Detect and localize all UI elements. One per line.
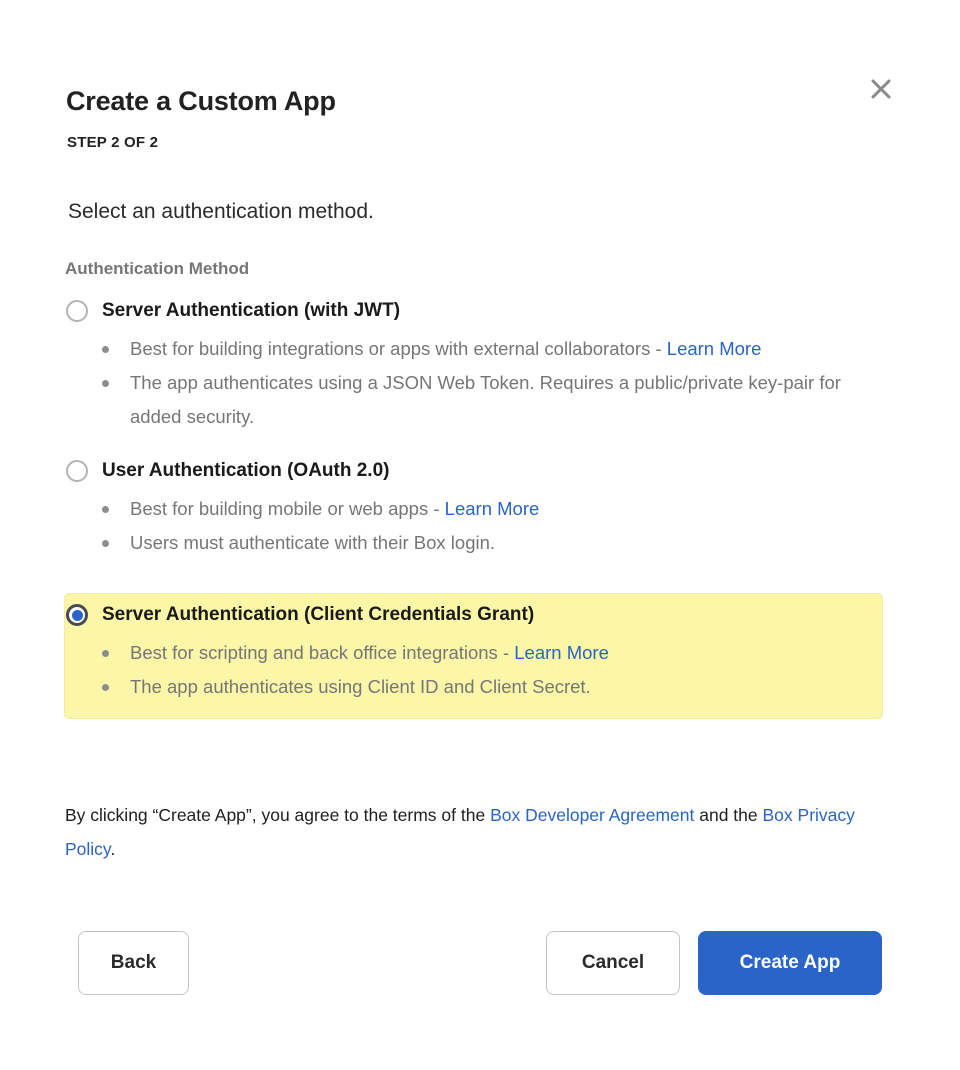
option-title[interactable]: User Authentication (OAuth 2.0)	[102, 460, 389, 482]
bullet-text: The app authenticates using Client ID an…	[130, 676, 591, 697]
list-item: Best for building mobile or web apps - L…	[100, 492, 882, 526]
radio-user-oauth[interactable]	[66, 460, 88, 482]
create-custom-app-dialog: Create a Custom App STEP 2 OF 2 Select a…	[0, 0, 960, 1070]
option-server-ccg[interactable]: Server Authentication (Client Credential…	[65, 594, 882, 718]
cancel-button[interactable]: Cancel	[546, 931, 680, 995]
option-title[interactable]: Server Authentication (with JWT)	[102, 300, 400, 322]
list-item: The app authenticates using a JSON Web T…	[100, 366, 882, 434]
option-bullets: Best for building mobile or web apps - L…	[0, 492, 960, 560]
authentication-method-label: Authentication Method	[65, 259, 250, 278]
legal-part-1: By clicking “Create App”, you agree to t…	[65, 805, 491, 825]
box-developer-agreement-link[interactable]: Box Developer Agreement	[490, 805, 694, 825]
step-indicator: STEP 2 OF 2	[67, 134, 159, 151]
list-item: Best for building integrations or apps w…	[100, 332, 882, 366]
radio-server-ccg[interactable]	[66, 604, 88, 626]
back-button[interactable]: Back	[78, 931, 189, 995]
option-header[interactable]: Server Authentication (with JWT)	[0, 300, 960, 322]
option-bullets: Best for scripting and back office integ…	[65, 636, 882, 704]
learn-more-link[interactable]: Learn More	[514, 642, 609, 663]
bullet-text: Users must authenticate with their Box l…	[130, 532, 496, 553]
list-item: Best for scripting and back office integ…	[100, 636, 882, 670]
option-title[interactable]: Server Authentication (Client Credential…	[102, 604, 534, 626]
dialog-footer: Back Cancel Create App	[0, 931, 960, 997]
option-header[interactable]: User Authentication (OAuth 2.0)	[0, 460, 960, 482]
bullet-text: Best for scripting and back office integ…	[130, 642, 515, 663]
close-icon[interactable]	[864, 72, 898, 106]
option-header[interactable]: Server Authentication (Client Credential…	[65, 604, 882, 626]
bullet-text: Best for building integrations or apps w…	[130, 338, 667, 359]
legal-part-2: and the	[694, 805, 763, 825]
learn-more-link[interactable]: Learn More	[667, 338, 762, 359]
bullet-text: Best for building mobile or web apps -	[130, 498, 445, 519]
list-item: The app authenticates using Client ID an…	[100, 670, 882, 704]
radio-server-jwt[interactable]	[66, 300, 88, 322]
page-title: Create a Custom App	[66, 86, 336, 116]
option-bullets: Best for building integrations or apps w…	[0, 332, 960, 434]
legal-part-3: .	[110, 839, 116, 859]
dialog-subtitle: Select an authentication method.	[68, 200, 374, 223]
authentication-method-options: Server Authentication (with JWT) Best fo…	[0, 300, 960, 718]
legal-agreement-text: By clicking “Create App”, you agree to t…	[65, 798, 890, 866]
list-item: Users must authenticate with their Box l…	[100, 526, 882, 560]
option-user-oauth[interactable]: User Authentication (OAuth 2.0) Best for…	[0, 460, 960, 560]
create-app-button[interactable]: Create App	[698, 931, 882, 995]
bullet-text: The app authenticates using a JSON Web T…	[130, 372, 841, 427]
option-server-jwt[interactable]: Server Authentication (with JWT) Best fo…	[0, 300, 960, 434]
learn-more-link[interactable]: Learn More	[445, 498, 540, 519]
